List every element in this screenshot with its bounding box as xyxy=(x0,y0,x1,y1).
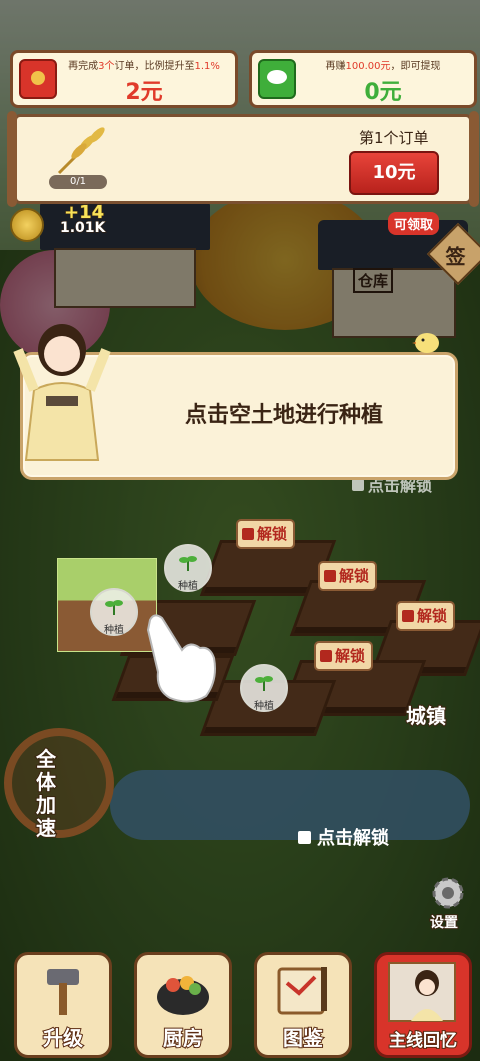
story-memories-label: 主线回忆 xyxy=(388,1030,458,1052)
plant-label: 种植 xyxy=(104,625,124,636)
sprout-icon xyxy=(105,600,123,615)
order-reward-text: 再完成3个订单，比例提升至1.1% xyxy=(68,61,220,72)
order-reward-banner[interactable]: 再完成3个订单，比例提升至1.1% 2元 xyxy=(10,50,238,108)
pointing-hand-icon xyxy=(146,614,216,703)
settings-button[interactable]: 设置 xyxy=(424,874,472,932)
unlock-plot-button[interactable]: 解锁 xyxy=(396,601,456,631)
plant-label: 种植 xyxy=(254,701,274,712)
upgrade-button[interactable]: 升级 xyxy=(14,952,112,1058)
wechat-icon xyxy=(258,59,296,99)
chick-icon xyxy=(412,333,439,353)
withdraw-banner[interactable]: 再赚100.00元，即可提现 0元 xyxy=(249,50,477,108)
order-reward-button[interactable]: 10元 xyxy=(349,151,439,195)
hammer-icon xyxy=(47,969,79,1015)
water-wheel-speed-button[interactable]: 全体加速 xyxy=(0,708,120,858)
lock-icon xyxy=(402,610,414,622)
wheat-icon xyxy=(57,127,105,175)
collection-button[interactable]: 图鉴 xyxy=(254,952,352,1058)
unlock-plot-button[interactable]: 解锁 xyxy=(314,641,374,671)
lock-icon xyxy=(324,570,336,582)
claimable-badge[interactable]: 可领取 xyxy=(388,212,440,235)
collection-label: 图鉴 xyxy=(282,1025,324,1051)
book-icon xyxy=(277,967,327,1015)
coin-counter[interactable]: +14 1.01K xyxy=(8,202,118,242)
lock-icon xyxy=(352,479,364,491)
red-envelope-icon xyxy=(19,59,57,99)
lock-icon xyxy=(320,650,332,662)
settings-label: 设置 xyxy=(429,914,459,932)
guide-girl-character xyxy=(13,324,111,461)
order-title: 第1个订单 xyxy=(359,129,429,147)
plant-button[interactable]: 种植 xyxy=(164,544,212,592)
pot-icon xyxy=(157,976,209,1015)
click-unlock-area-river[interactable]: 点击解锁 xyxy=(298,824,389,850)
plant-button[interactable]: 种植 xyxy=(240,664,288,712)
upgrade-label: 升级 xyxy=(42,1025,84,1051)
unlock-plot-button[interactable]: 解锁 xyxy=(318,561,378,591)
order-panel: 0/1 第1个订单 10元 xyxy=(7,111,479,207)
sign-in-label: 签 xyxy=(445,244,466,269)
kitchen-button[interactable]: 厨房 xyxy=(134,952,232,1058)
gear-icon xyxy=(432,877,464,909)
lock-icon xyxy=(298,831,311,844)
scroll-rod-right xyxy=(469,111,479,207)
sprout-icon xyxy=(179,556,197,571)
red-envelope-balance: 2元 xyxy=(125,80,163,105)
sprout-icon xyxy=(255,676,273,691)
story-portrait-icon xyxy=(388,962,456,1022)
unlock-plot-button[interactable]: 解锁 xyxy=(236,519,296,549)
order-progress-text: 0/1 xyxy=(69,176,87,187)
plant-button-highlighted[interactable]: 种植 xyxy=(90,588,138,636)
kitchen-label: 厨房 xyxy=(162,1025,204,1051)
tutorial-message: 点击空土地进行种植 xyxy=(184,403,383,428)
withdraw-text: 再赚100.00元，即可提现 xyxy=(325,61,441,72)
cash-balance: 0元 xyxy=(364,80,402,105)
town-button[interactable]: 城镇 xyxy=(405,700,447,729)
scroll-rod-left xyxy=(7,111,17,207)
order-progress-bar: 0/1 xyxy=(49,175,107,189)
speed-up-label: 全体加速 xyxy=(35,747,57,841)
story-memories-button[interactable]: 主线回忆 xyxy=(374,952,472,1058)
lock-icon xyxy=(242,528,254,540)
plant-label: 种植 xyxy=(178,581,198,592)
coin-total: 1.01K xyxy=(59,220,106,237)
coin-stack-icon xyxy=(10,208,44,242)
